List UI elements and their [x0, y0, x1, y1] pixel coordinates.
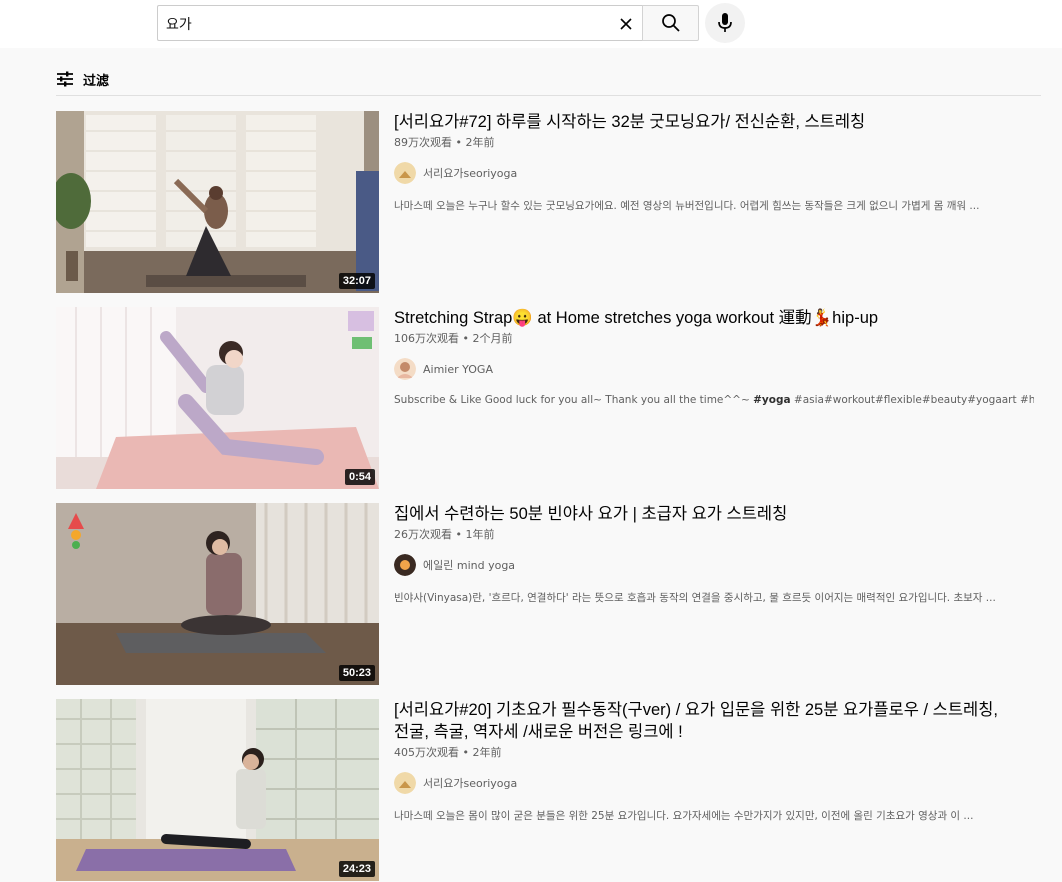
description-text: #asia#workout#flexible#beauty#yogaart #h…	[793, 394, 1034, 406]
video-description: 빈야사(Vinyasa)란, '흐르다, 연결하다' 라는 뜻으로 호흡과 동작…	[394, 592, 996, 604]
upload-age: 1年前	[465, 528, 495, 541]
filter-label: 过滤	[83, 73, 110, 89]
thumbnail-image	[56, 111, 379, 293]
channel-avatar[interactable]	[394, 554, 416, 576]
channel-avatar[interactable]	[394, 358, 416, 380]
video-metadata: Stretching Strap😛 at Home stretches yoga…	[394, 307, 1034, 406]
video-stats: 89万次观看 • 2年前	[394, 134, 1004, 150]
video-title[interactable]: [서리요가#20] 기초요가 필수동작(구ver) / 요가 입문을 위한 25…	[394, 699, 1004, 743]
channel-link[interactable]: 서리요가seoriyoga	[394, 772, 1004, 794]
video-thumbnail[interactable]: 24:23	[56, 699, 379, 881]
video-thumbnail[interactable]: 0:54	[56, 307, 379, 489]
view-count: 89万次观看	[394, 136, 452, 149]
filter-button[interactable]: 过滤	[56, 62, 109, 96]
voice-search-button[interactable]	[705, 3, 745, 43]
description-text: Subscribe & Like Good luck for you all~ …	[394, 394, 754, 406]
clear-search-button[interactable]	[613, 11, 639, 37]
view-count: 405万次观看	[394, 746, 459, 759]
channel-name[interactable]: 에일린 mind yoga	[423, 557, 515, 573]
search-box[interactable]	[157, 5, 643, 41]
separator-dot: •	[462, 746, 473, 759]
video-title[interactable]: 집에서 수련하는 50분 빈야사 요가 | 초급자 요가 스트레칭	[394, 503, 1004, 525]
search-button[interactable]	[642, 5, 699, 41]
video-title[interactable]: Stretching Strap😛 at Home stretches yoga…	[394, 307, 1004, 329]
video-result: 32:07 [서리요가#72] 하루를 시작하는 32분 굿모닝요가/ 전신순환…	[56, 111, 1041, 293]
upload-age: 2年前	[472, 746, 502, 759]
view-count: 106万次观看	[394, 332, 459, 345]
view-count: 26万次观看	[394, 528, 452, 541]
video-duration: 24:23	[338, 861, 375, 877]
thumbnail-image	[56, 503, 379, 685]
separator-dot: •	[462, 332, 473, 345]
video-duration: 32:07	[338, 273, 375, 289]
video-metadata: [서리요가#72] 하루를 시작하는 32분 굿모닝요가/ 전신순환, 스트레칭…	[394, 111, 1004, 213]
thumbnail-image	[56, 699, 379, 881]
thumbnail-image	[56, 307, 379, 489]
upload-age: 2年前	[465, 136, 495, 149]
channel-link[interactable]: 서리요가seoriyoga	[394, 162, 1004, 184]
top-bar	[0, 0, 1062, 48]
divider	[56, 95, 1041, 96]
video-description: Subscribe & Like Good luck for you all~ …	[394, 394, 1034, 406]
video-duration: 0:54	[344, 469, 375, 485]
video-stats: 405万次观看 • 2年前	[394, 744, 1004, 760]
video-thumbnail[interactable]: 50:23	[56, 503, 379, 685]
video-thumbnail[interactable]: 32:07	[56, 111, 379, 293]
channel-name[interactable]: 서리요가seoriyoga	[423, 165, 517, 181]
channel-name[interactable]: Aimier YOGA	[423, 363, 493, 376]
search-icon	[661, 14, 680, 32]
hashtag-yoga[interactable]: #yoga	[753, 394, 790, 406]
video-description: 나마스떼 오늘은 몸이 많이 굳은 분들은 위한 25분 요가입니다. 요가자세…	[394, 810, 974, 822]
video-stats: 26万次观看 • 1年前	[394, 526, 1004, 542]
microphone-icon	[718, 13, 732, 32]
channel-name[interactable]: 서리요가seoriyoga	[423, 775, 517, 791]
video-duration: 50:23	[338, 665, 375, 681]
video-title[interactable]: [서리요가#72] 하루를 시작하는 32분 굿모닝요가/ 전신순환, 스트레칭	[394, 111, 1004, 133]
video-description: 나마스떼 오늘은 누구나 할수 있는 굿모닝요가에요. 예전 영상의 뉴버전입니…	[394, 200, 980, 212]
channel-link[interactable]: Aimier YOGA	[394, 358, 1004, 380]
upload-age: 2个月前	[472, 332, 513, 345]
separator-dot: •	[455, 528, 466, 541]
channel-avatar[interactable]	[394, 772, 416, 794]
filter-sliders-icon	[57, 71, 73, 87]
channel-avatar[interactable]	[394, 162, 416, 184]
video-metadata: 집에서 수련하는 50분 빈야사 요가 | 초급자 요가 스트레칭 26万次观看…	[394, 503, 1004, 605]
separator-dot: •	[455, 136, 466, 149]
video-result: 0:54 Stretching Strap😛 at Home stretches…	[56, 307, 1041, 489]
video-stats: 106万次观看 • 2个月前	[394, 330, 1004, 346]
video-metadata: [서리요가#20] 기초요가 필수동작(구ver) / 요가 입문을 위한 25…	[394, 699, 1004, 823]
video-result: 50:23 집에서 수련하는 50분 빈야사 요가 | 초급자 요가 스트레칭 …	[56, 503, 1041, 685]
search-input[interactable]	[166, 12, 586, 36]
video-result: 24:23 [서리요가#20] 기초요가 필수동작(구ver) / 요가 입문을…	[56, 699, 1041, 881]
close-icon	[620, 18, 632, 30]
channel-link[interactable]: 에일린 mind yoga	[394, 554, 1004, 576]
